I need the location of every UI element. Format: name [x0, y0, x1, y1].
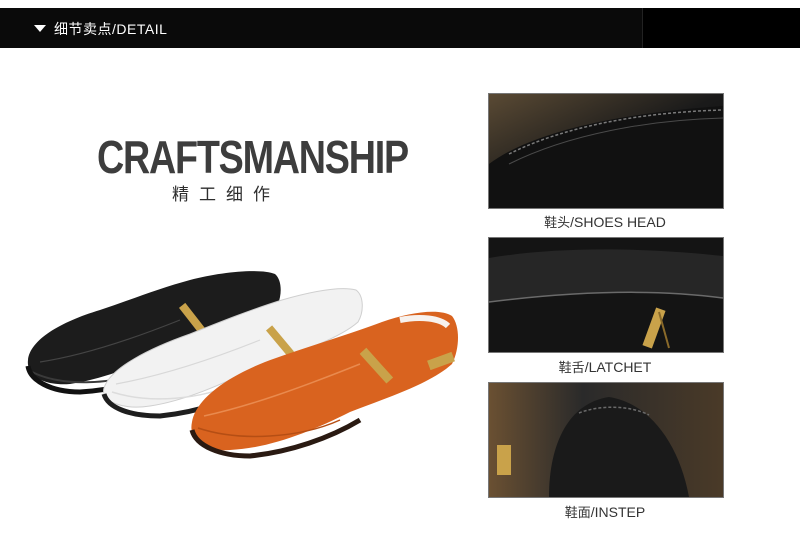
caption-instep-cn: 鞋面: [564, 506, 591, 521]
caption-shoes-head: 鞋头/SHOES HEAD: [488, 212, 722, 231]
detail-image-shoes-head: [488, 93, 724, 209]
section-header-label: 细节卖点/DETAIL: [54, 19, 167, 39]
hero-subtitle: 精工细作: [172, 185, 280, 205]
detail-image-latchet: [488, 237, 724, 353]
section-header-label-cn: 细节卖点: [54, 22, 112, 38]
section-header-bar: 细节卖点/DETAIL: [0, 8, 800, 48]
caption-latchet: 鞋舌/LATCHET: [488, 357, 722, 376]
shoes-product-image: [25, 271, 459, 459]
caption-shoes-head-cn: 鞋头: [544, 216, 571, 231]
caption-instep-en: /INSTEP: [590, 504, 646, 520]
header-right-block: [642, 8, 800, 48]
caption-latchet-en: /LATCHET: [584, 359, 652, 375]
detail-image-instep: [488, 382, 724, 498]
caption-instep: 鞋面/INSTEP: [488, 502, 722, 521]
hero-title: CRAFTSMANSHIP: [97, 131, 409, 183]
caption-shoes-head-en: /SHOES HEAD: [570, 214, 666, 230]
triangle-down-icon: [34, 25, 46, 32]
caption-latchet-cn: 鞋舌: [558, 361, 585, 376]
section-header-label-en: /DETAIL: [112, 21, 168, 37]
